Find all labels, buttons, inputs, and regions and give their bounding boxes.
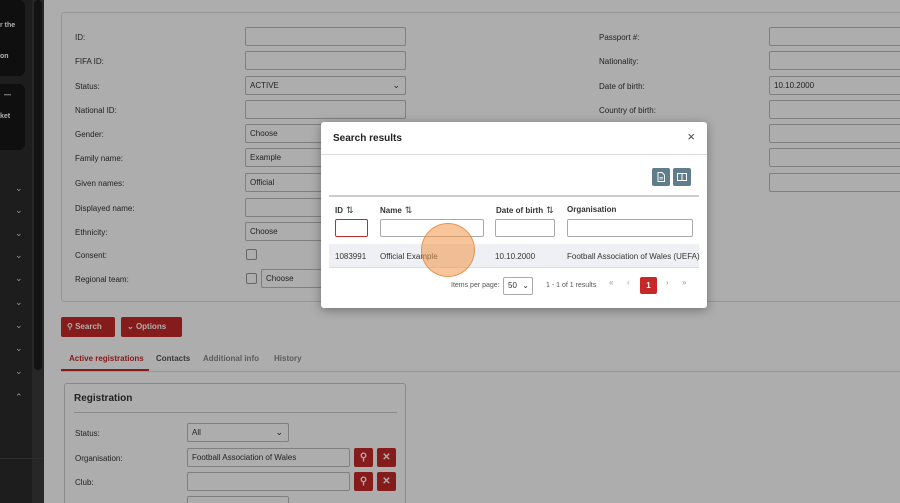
pagination-range: 1 - 1 of 1 results <box>546 282 597 289</box>
items-per-page-label: Items per page: <box>451 282 500 289</box>
cell-date-of-birth: 10.10.2000 <box>495 252 536 261</box>
table-top-border <box>329 195 699 197</box>
column-header-id-label: ID <box>335 206 343 215</box>
cell-organisation: Football Association of Wales (UEFA) <box>567 252 700 261</box>
dialog-title: Search results <box>333 133 402 144</box>
items-per-page-select[interactable]: 50 ⌄ <box>503 277 533 295</box>
cell-id: 1083991 <box>335 252 367 261</box>
dob-filter-input[interactable] <box>495 219 555 237</box>
close-icon[interactable]: × <box>687 130 695 144</box>
sort-icon[interactable]: ⇅ <box>405 205 413 215</box>
page-button-current[interactable]: 1 <box>640 277 657 294</box>
columns-icon <box>677 173 687 181</box>
column-header-id[interactable]: ID ⇅ <box>335 205 354 216</box>
next-page-icon[interactable]: › <box>666 278 669 287</box>
sort-icon[interactable]: ⇅ <box>546 205 554 215</box>
first-page-icon[interactable]: « <box>609 278 613 287</box>
last-page-icon[interactable]: » <box>682 278 686 287</box>
dialog-header-divider <box>321 154 707 155</box>
search-results-dialog: Search results × ID ⇅ Name ⇅ Date of birth… <box>321 122 707 308</box>
column-header-date-of-birth[interactable]: Date of birth ⇅ <box>496 205 554 216</box>
click-indicator <box>421 223 475 277</box>
columns-button[interactable] <box>673 168 691 186</box>
sort-icon[interactable]: ⇅ <box>346 205 354 215</box>
column-header-organisation-label: Organisation <box>567 205 617 214</box>
table-row[interactable]: 1083991 Official Example 10.10.2000 Foot… <box>329 244 700 268</box>
organisation-filter-input[interactable] <box>567 219 693 237</box>
id-filter-input[interactable] <box>335 219 368 237</box>
export-document-button[interactable] <box>652 168 670 186</box>
chevron-down-icon: ⌄ <box>522 281 529 290</box>
column-header-name-label: Name <box>380 206 402 215</box>
column-header-dob-label: Date of birth <box>496 206 544 215</box>
column-header-name[interactable]: Name ⇅ <box>380 205 412 216</box>
column-header-organisation[interactable]: Organisation <box>567 205 616 214</box>
items-per-page-value: 50 <box>508 281 517 290</box>
document-icon <box>657 172 665 182</box>
previous-page-icon[interactable]: ‹ <box>627 278 630 287</box>
